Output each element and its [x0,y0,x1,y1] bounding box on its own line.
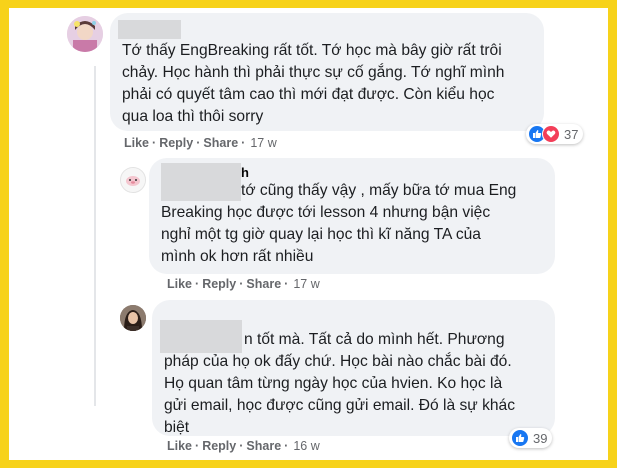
author-name-suffix: h [241,165,249,180]
separator: · [196,136,201,150]
avatar[interactable] [120,167,146,193]
separator: · [239,277,244,291]
love-reaction-icon [542,125,560,143]
author-name[interactable] [118,20,181,39]
comment-actions: Like · Reply · Share · 16 w [167,439,320,453]
timestamp[interactable]: 16 w [291,439,319,453]
timestamp[interactable]: 17 w [291,277,319,291]
share-button[interactable]: Share [246,277,281,291]
comment-text: tớ cũng thấy vậy , mấy bữa tớ mua Eng Br… [161,182,517,265]
reply-button[interactable]: Reply [202,277,236,291]
comment-text: n tốt mà. Tất cả do mình hết. Phương phá… [164,331,516,436]
separator: · [241,136,246,150]
share-button[interactable]: Share [203,136,238,150]
reaction-summary[interactable]: 39 [509,428,553,448]
separator: · [195,439,200,453]
reaction-summary[interactable]: 37 [526,124,584,144]
comment-bubble: Tớ thấy EngBreaking rất tốt. Tớ học mà b… [110,13,544,131]
reply-button[interactable]: Reply [159,136,193,150]
share-button[interactable]: Share [246,439,281,453]
comment-actions: Like · Reply · Share · 17 w [124,136,277,150]
comment-text: Tớ thấy EngBreaking rất tốt. Tớ học mà b… [122,42,505,125]
avatar[interactable] [120,305,146,331]
thread-line [94,66,96,406]
reply-bubble: h tớ cũng thấy vậy , mấy bữa tớ mua Eng … [149,158,555,274]
separator: · [239,439,244,453]
separator: · [284,439,289,453]
reply-bubble: n tốt mà. Tất cả do mình hết. Phương phá… [152,300,555,436]
comment-thread: Tớ thấy EngBreaking rất tốt. Tớ học mà b… [9,8,608,460]
like-button[interactable]: Like [167,277,192,291]
reaction-count: 39 [533,430,548,446]
separator: · [195,277,200,291]
reply-button[interactable]: Reply [202,439,236,453]
timestamp[interactable]: 17 w [248,136,276,150]
separator: · [284,277,289,291]
avatar[interactable] [67,16,103,52]
reaction-count: 37 [564,126,579,142]
like-button[interactable]: Like [124,136,149,150]
like-reaction-icon [511,429,529,447]
separator: · [152,136,157,150]
like-button[interactable]: Like [167,439,192,453]
comment-actions: Like · Reply · Share · 17 w [167,277,320,291]
